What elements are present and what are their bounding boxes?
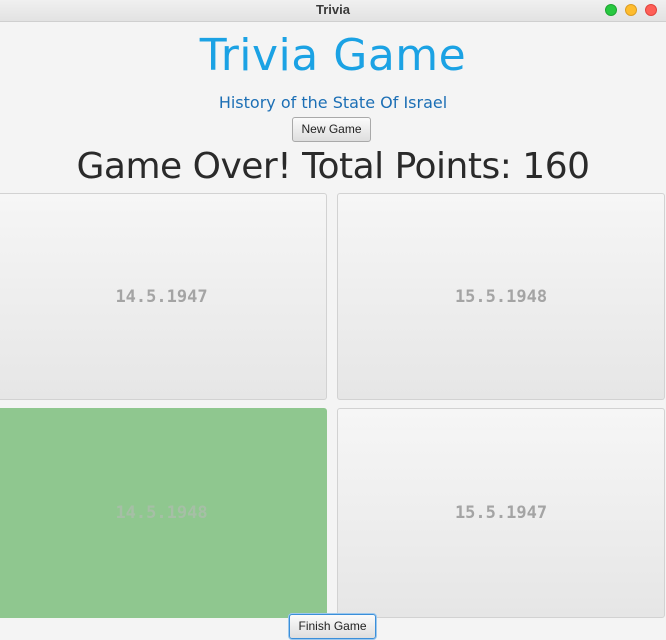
answer-label: 14.5.1948: [115, 503, 208, 523]
game-title: Trivia Game: [199, 30, 467, 81]
answer-button-4[interactable]: 15.5.1947: [337, 408, 665, 618]
minimize-button[interactable]: [625, 4, 637, 16]
answer-label: 14.5.1947: [115, 286, 208, 307]
game-status: Game Over! Total Points: 160: [76, 146, 590, 187]
answer-button-1[interactable]: 14.5.1947: [0, 193, 327, 400]
trivia-window: Trivia Trivia Game History of the State …: [0, 0, 666, 640]
window-title: Trivia: [316, 2, 350, 17]
finish-game-button[interactable]: Finish Game: [289, 614, 376, 639]
title-bar[interactable]: Trivia: [0, 0, 666, 22]
maximize-button[interactable]: [605, 4, 617, 16]
answer-button-2[interactable]: 15.5.1948: [337, 193, 665, 400]
answer-label: 15.5.1948: [454, 286, 548, 307]
game-subtitle: History of the State Of Israel: [218, 93, 448, 112]
close-button[interactable]: [645, 4, 657, 16]
new-game-button[interactable]: New Game: [292, 117, 371, 142]
answer-label: 15.5.1947: [454, 503, 548, 523]
answer-button-3-correct[interactable]: 14.5.1948: [0, 408, 327, 618]
